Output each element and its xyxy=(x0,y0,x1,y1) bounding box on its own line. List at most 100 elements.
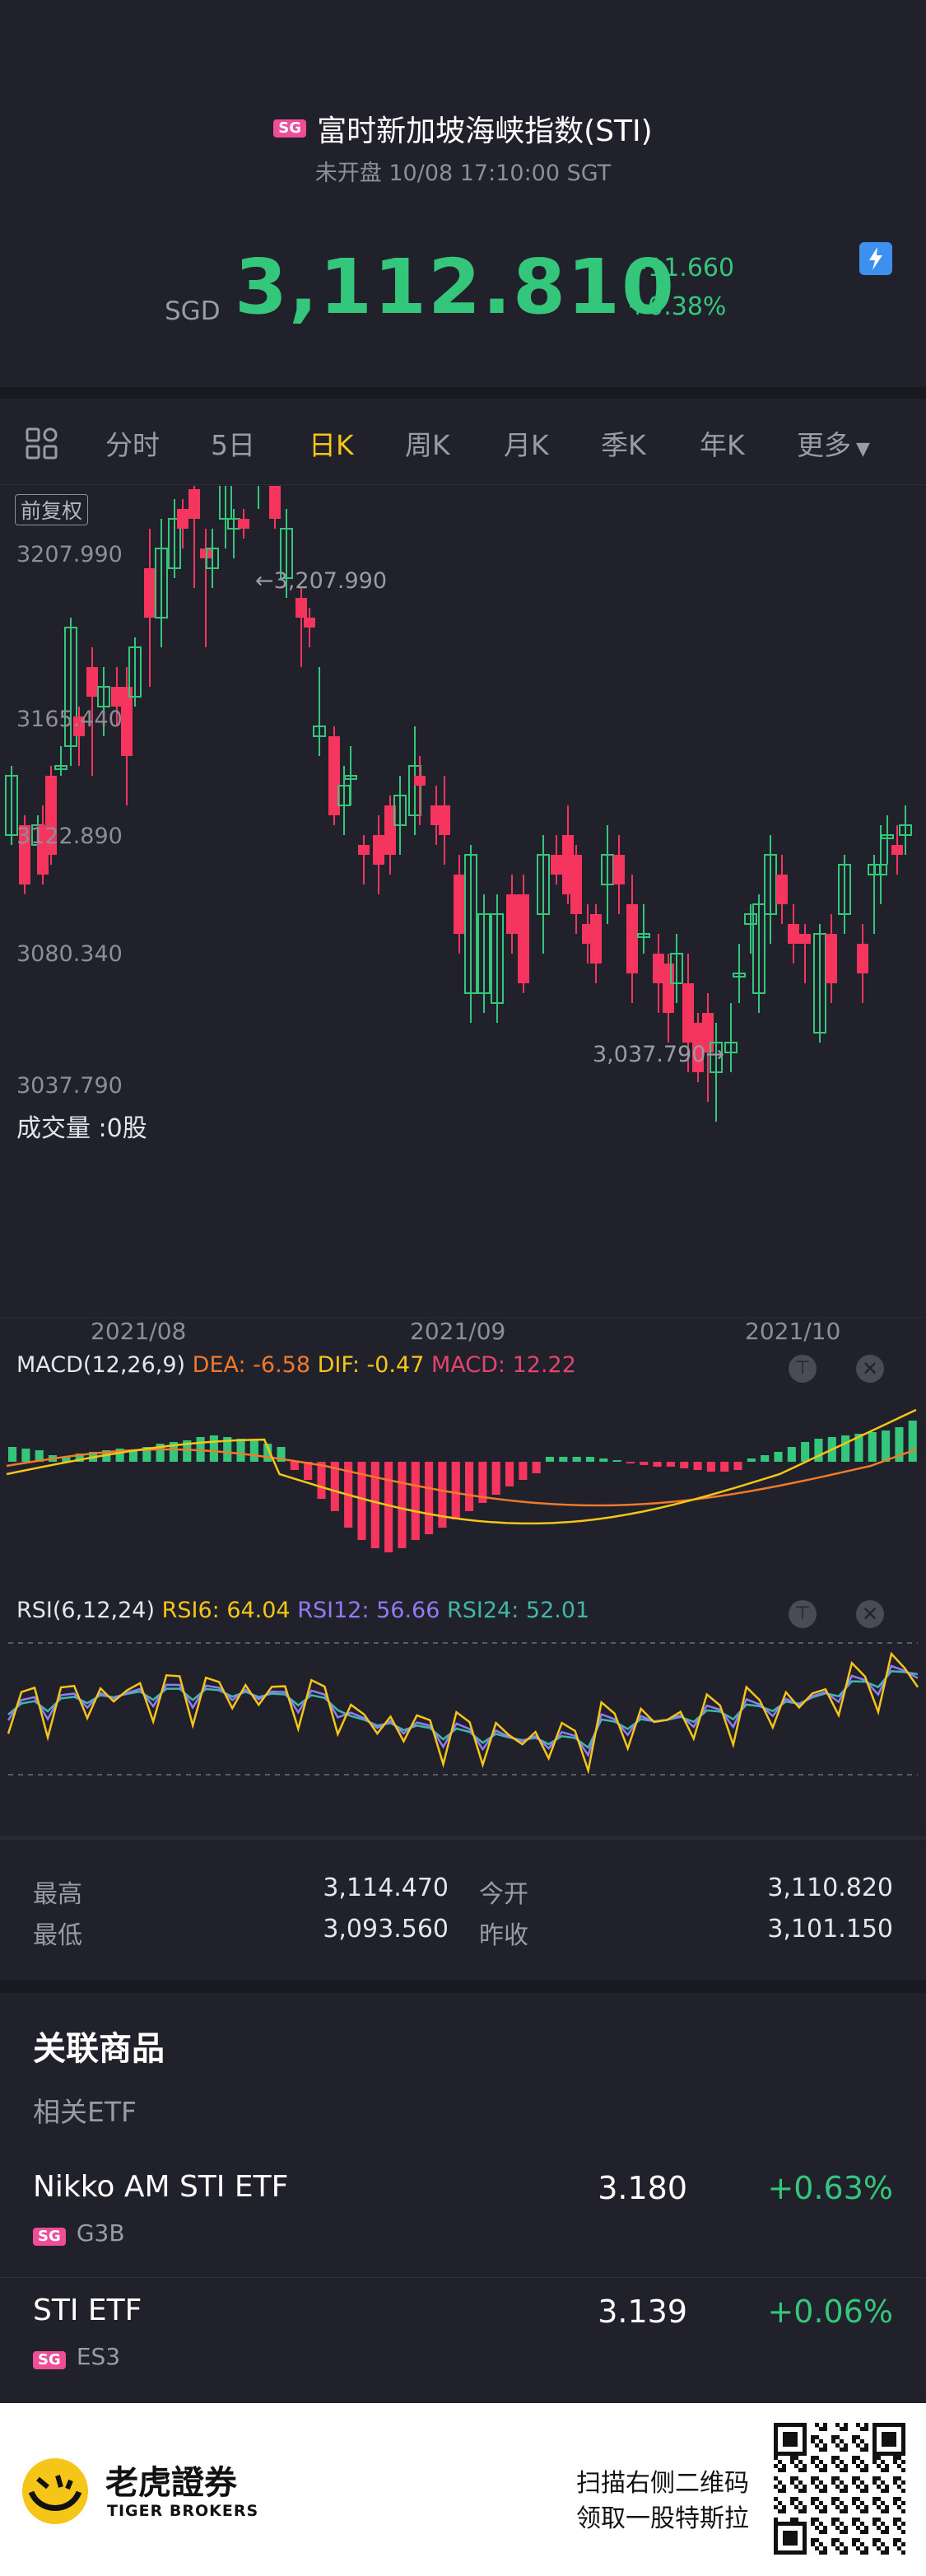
qr-module xyxy=(840,2427,844,2431)
grid-icon[interactable] xyxy=(25,427,59,464)
qr-module xyxy=(860,2522,864,2526)
qr-module xyxy=(893,2538,897,2542)
qr-module xyxy=(803,2468,807,2472)
qr-module xyxy=(864,2464,868,2468)
qr-module xyxy=(852,2538,856,2542)
macd-bar xyxy=(425,1462,434,1534)
index-title: 富时新加坡海峡指数(STI) xyxy=(317,114,653,148)
qr-module xyxy=(844,2427,848,2431)
qr-module xyxy=(852,2456,856,2460)
qr-module xyxy=(860,2509,864,2513)
tab-daily-k[interactable]: 日K xyxy=(309,423,354,463)
qr-module xyxy=(893,2456,897,2460)
qr-module xyxy=(815,2546,819,2550)
divider xyxy=(0,387,926,399)
qr-module xyxy=(823,2443,827,2448)
tab-5day[interactable]: 5日 xyxy=(211,423,255,463)
qr-module xyxy=(872,2538,877,2542)
candle xyxy=(144,568,156,618)
tab-more[interactable]: 更多 ▼ xyxy=(797,423,870,463)
qr-module xyxy=(803,2505,807,2509)
tab-quarterly-k[interactable]: 季K xyxy=(601,423,646,463)
qr-module xyxy=(864,2468,868,2472)
rsi-chart xyxy=(7,1642,919,1776)
tab-weekly-k[interactable]: 周K xyxy=(405,423,450,463)
qr-module xyxy=(835,2435,840,2439)
chart-area[interactable]: 前复权 3207.990 3165.440 3122.890 3080.340 … xyxy=(0,486,926,1836)
qr-module xyxy=(811,2456,815,2460)
qr-module xyxy=(852,2476,856,2480)
list-item[interactable]: STI ETF SG ES3 3.139 +0.06% xyxy=(0,2277,926,2401)
rsi24-line xyxy=(7,1670,919,1749)
price-change-pct: +0.38% xyxy=(627,292,727,321)
qr-module xyxy=(844,2464,848,2468)
qr-module xyxy=(790,2518,794,2522)
qr-module xyxy=(798,2489,803,2493)
macd-bar xyxy=(774,1452,783,1462)
qr-module xyxy=(901,2480,905,2485)
qr-module xyxy=(819,2522,823,2526)
qr-module xyxy=(856,2435,860,2439)
promo-footer: 老虎證券 TIGER BROKERS 扫描右侧二维码 领取一股特斯拉 xyxy=(0,2403,926,2576)
qr-module xyxy=(790,2476,794,2480)
tab-intraday[interactable]: 分时 xyxy=(105,423,160,463)
stat-value: 3,110.820 xyxy=(767,1874,893,1902)
close-icon[interactable]: ✕ xyxy=(856,1600,884,1628)
qr-module xyxy=(897,2497,901,2501)
candle xyxy=(454,875,465,934)
qr-module xyxy=(823,2468,827,2472)
candle xyxy=(682,983,694,1043)
rsi24-value: RSI24: 52.01 xyxy=(447,1598,590,1623)
qr-module xyxy=(901,2530,905,2534)
pin-icon[interactable]: ⊤ xyxy=(789,1600,817,1628)
qr-module xyxy=(774,2456,778,2460)
qr-module xyxy=(893,2518,897,2522)
qr-module xyxy=(881,2480,885,2485)
qr-module xyxy=(798,2509,803,2513)
kline-chart[interactable] xyxy=(0,486,926,1392)
qr-module xyxy=(803,2464,807,2468)
etf-name: Nikko AM STI ETF xyxy=(33,2170,289,2204)
qr-module xyxy=(819,2542,823,2546)
qr-module xyxy=(860,2542,864,2546)
qr-module xyxy=(877,2476,881,2480)
caret-down-icon: ▼ xyxy=(856,439,870,460)
qr-module xyxy=(835,2456,840,2460)
qr-module xyxy=(860,2480,864,2485)
tab-yearly-k[interactable]: 年K xyxy=(700,423,745,463)
qr-module xyxy=(885,2505,889,2509)
qr-module xyxy=(835,2476,840,2480)
qr-module xyxy=(885,2550,889,2555)
macd-bar xyxy=(451,1462,460,1519)
qr-module xyxy=(877,2538,881,2542)
qr-module xyxy=(844,2448,848,2452)
qr-module xyxy=(897,2546,901,2550)
stat-label: 最高 xyxy=(33,1880,82,1909)
qr-module xyxy=(778,2468,782,2472)
market-status: 未开盘 10/08 17:10:00 SGT xyxy=(314,161,612,186)
qr-module xyxy=(840,2501,844,2505)
candle xyxy=(358,845,370,855)
qr-module xyxy=(852,2460,856,2464)
list-item[interactable]: Nikko AM STI ETF SG G3B 3.180 +0.63% xyxy=(0,2154,926,2278)
qr-module xyxy=(860,2530,864,2534)
qr-module xyxy=(823,2423,827,2427)
close-icon[interactable]: ✕ xyxy=(856,1355,884,1383)
pin-icon[interactable]: ⊤ xyxy=(789,1355,817,1383)
tab-monthly-k[interactable]: 月K xyxy=(504,423,549,463)
qr-module xyxy=(815,2456,819,2460)
qr-module xyxy=(877,2464,881,2468)
candle xyxy=(295,598,307,618)
lightning-icon[interactable] xyxy=(859,242,892,275)
candle xyxy=(776,875,788,904)
qr-module xyxy=(897,2518,901,2522)
qr-module xyxy=(856,2546,860,2550)
qr-module xyxy=(897,2538,901,2542)
qr-code-icon[interactable] xyxy=(774,2423,905,2555)
qr-module xyxy=(811,2501,815,2505)
qr-module xyxy=(823,2427,827,2431)
qr-module xyxy=(831,2456,835,2460)
qr-module xyxy=(885,2526,889,2530)
qr-module xyxy=(840,2439,844,2443)
macd-bar xyxy=(868,1432,877,1462)
